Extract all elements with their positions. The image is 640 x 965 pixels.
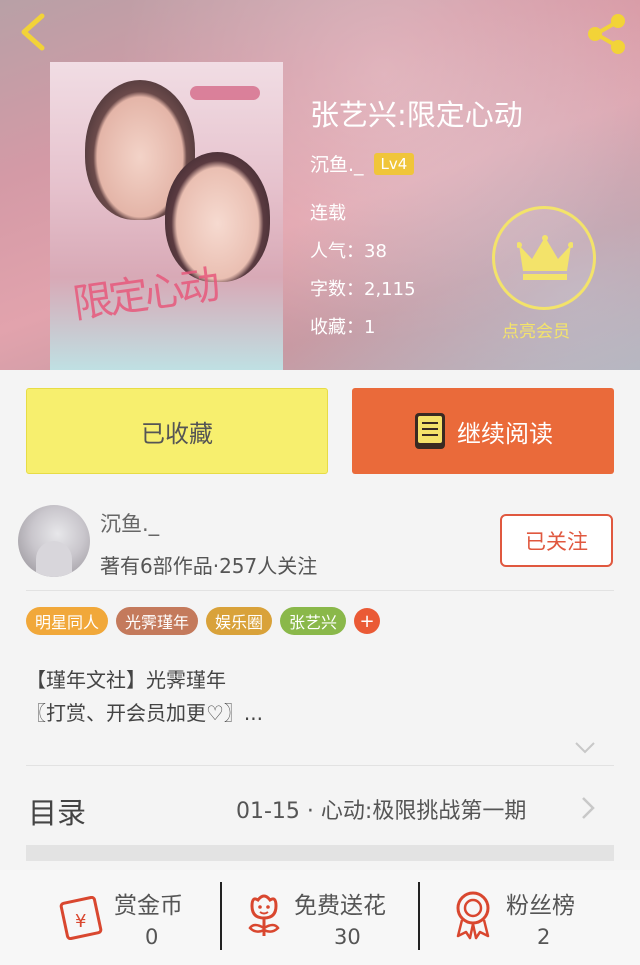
- cover-sticker: [190, 86, 260, 100]
- header-author-name[interactable]: 沉鱼._: [310, 150, 364, 177]
- latest-chapter[interactable]: 01-15 · 心动:极限挑战第一期: [236, 793, 558, 825]
- book-intro[interactable]: 【瑾年文社】光霁瑾年 〖打赏、开会员加更♡〗...: [26, 664, 263, 730]
- continue-reading-button[interactable]: 继续阅读: [352, 388, 614, 474]
- medal-icon: [456, 891, 490, 940]
- reward-coins-button[interactable]: ¥ 赏金币 0: [0, 870, 220, 965]
- intro-line: 【瑾年文社】光霁瑾年: [26, 668, 226, 692]
- share-icon: [588, 14, 625, 54]
- vip-button[interactable]: [492, 206, 596, 310]
- book-icon: [415, 413, 445, 449]
- divider: [26, 590, 614, 591]
- fan-rank-label: 粉丝榜: [506, 893, 575, 919]
- tag-item[interactable]: 张艺兴: [280, 607, 347, 635]
- reward-label: 赏金币: [114, 893, 183, 919]
- tag-item[interactable]: 娱乐圈: [206, 607, 273, 635]
- vip-label[interactable]: 点亮会员: [502, 317, 570, 342]
- author-stats: 著有6部作品·257人关注: [100, 554, 318, 578]
- chevron-down-icon: [575, 742, 595, 754]
- fan-rank-count: 2: [537, 925, 551, 949]
- continue-reading-label: 继续阅读: [457, 419, 553, 448]
- flower-count: 30: [334, 925, 361, 949]
- followed-label: 已关注: [525, 529, 588, 554]
- chevron-right-icon: [582, 797, 595, 819]
- book-cover[interactable]: 限定心动: [50, 62, 283, 370]
- flower-label: 免费送花: [294, 893, 386, 919]
- book-status: 连载: [310, 203, 346, 224]
- svg-text:¥: ¥: [75, 911, 86, 932]
- followed-button[interactable]: 已关注: [500, 514, 613, 567]
- fan-rank-button[interactable]: 粉丝榜 2: [420, 870, 640, 965]
- section-spacer: [26, 845, 614, 861]
- crown-icon: [517, 235, 573, 280]
- flower-icon: [248, 894, 280, 936]
- header-author-line: 沉鱼._ Lv4: [310, 150, 415, 177]
- book-favorites: 收藏：1: [310, 317, 376, 338]
- catalog-open-button[interactable]: [580, 796, 596, 824]
- back-button[interactable]: [14, 12, 54, 52]
- book-word-count: 字数：2,115: [310, 279, 416, 300]
- send-flower-button[interactable]: 免费送花 30: [222, 870, 418, 965]
- expand-intro-button[interactable]: [574, 740, 596, 759]
- red-envelope-icon: ¥: [59, 896, 103, 940]
- author-avatar[interactable]: [18, 505, 90, 577]
- reward-count: 0: [145, 925, 159, 949]
- share-button[interactable]: [584, 12, 628, 56]
- tag-list: 明星同人 光霁瑾年 娱乐圈 张艺兴 +: [26, 607, 381, 635]
- tag-item[interactable]: 明星同人: [26, 607, 109, 635]
- catalog-title[interactable]: 目录: [28, 790, 86, 832]
- favorited-label: 已收藏: [141, 419, 213, 448]
- book-title: 张艺兴:限定心动: [310, 98, 523, 132]
- level-badge: Lv4: [373, 152, 415, 175]
- divider: [26, 765, 614, 766]
- cover-title-art: 限定心动: [70, 262, 220, 328]
- book-popularity: 人气：38: [310, 241, 387, 262]
- book-header: 限定心动 张艺兴:限定心动 沉鱼._ Lv4 连载 人气：38 字数：2,115…: [0, 0, 640, 370]
- bottom-action-bar: ¥ 赏金币 0 免费送花 30 粉丝榜 2: [0, 870, 640, 965]
- author-name[interactable]: 沉鱼._: [100, 508, 159, 538]
- tag-item[interactable]: 光霁瑾年: [116, 607, 199, 635]
- tag-more-button[interactable]: +: [354, 608, 381, 634]
- chevron-left-icon: [21, 13, 45, 51]
- favorited-button[interactable]: 已收藏: [26, 388, 328, 474]
- intro-line: 〖打赏、开会员加更♡〗...: [26, 701, 264, 725]
